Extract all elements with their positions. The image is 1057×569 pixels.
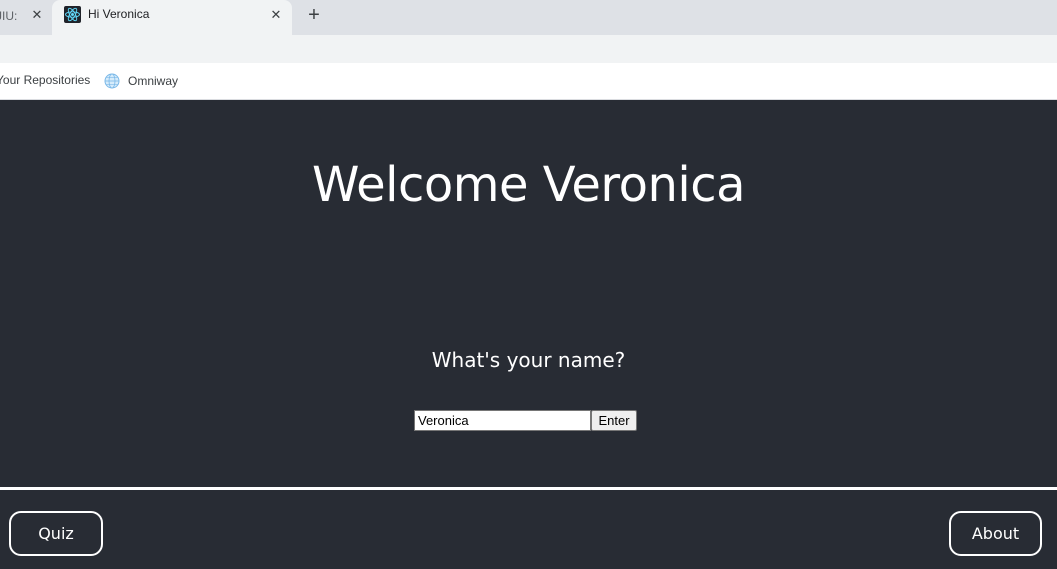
- bookmark-label: Omniway: [128, 74, 179, 88]
- enter-button[interactable]: Enter: [591, 410, 637, 431]
- close-tab-icon[interactable]: ✕: [28, 5, 46, 23]
- tab-title: JIU:: [0, 8, 18, 23]
- react-favicon-icon: [64, 6, 81, 23]
- welcome-heading: Welcome Veronica: [311, 157, 746, 213]
- browser-tab-previous[interactable]: JIU: ✕: [0, 0, 52, 31]
- globe-icon: [104, 73, 120, 89]
- bookmark-omniway[interactable]: Omniway: [104, 73, 178, 89]
- name-form: Enter: [414, 410, 637, 431]
- tab-title: Hi Veronica: [88, 7, 150, 21]
- browser-tab-strip: JIU: ✕ Hi Veronica ✕ +: [0, 0, 1057, 35]
- browser-toolbar: [0, 35, 1057, 63]
- about-button[interactable]: About: [949, 511, 1042, 556]
- bookmark-your-repositories[interactable]: Your Repositories: [0, 73, 90, 87]
- new-tab-button[interactable]: +: [303, 4, 325, 26]
- quiz-button[interactable]: Quiz: [9, 511, 103, 556]
- close-tab-icon[interactable]: ✕: [267, 5, 285, 23]
- footer-nav: Quiz About: [0, 490, 1057, 569]
- name-input[interactable]: [414, 410, 591, 431]
- bookmarks-bar: Your Repositories Omniway: [0, 63, 1057, 100]
- name-question: What's your name?: [431, 348, 626, 372]
- browser-tab-active[interactable]: Hi Veronica ✕: [52, 0, 292, 35]
- app-main: Welcome Veronica What's your name? Enter: [0, 100, 1057, 487]
- bookmark-label: Your Repositories: [0, 73, 91, 87]
